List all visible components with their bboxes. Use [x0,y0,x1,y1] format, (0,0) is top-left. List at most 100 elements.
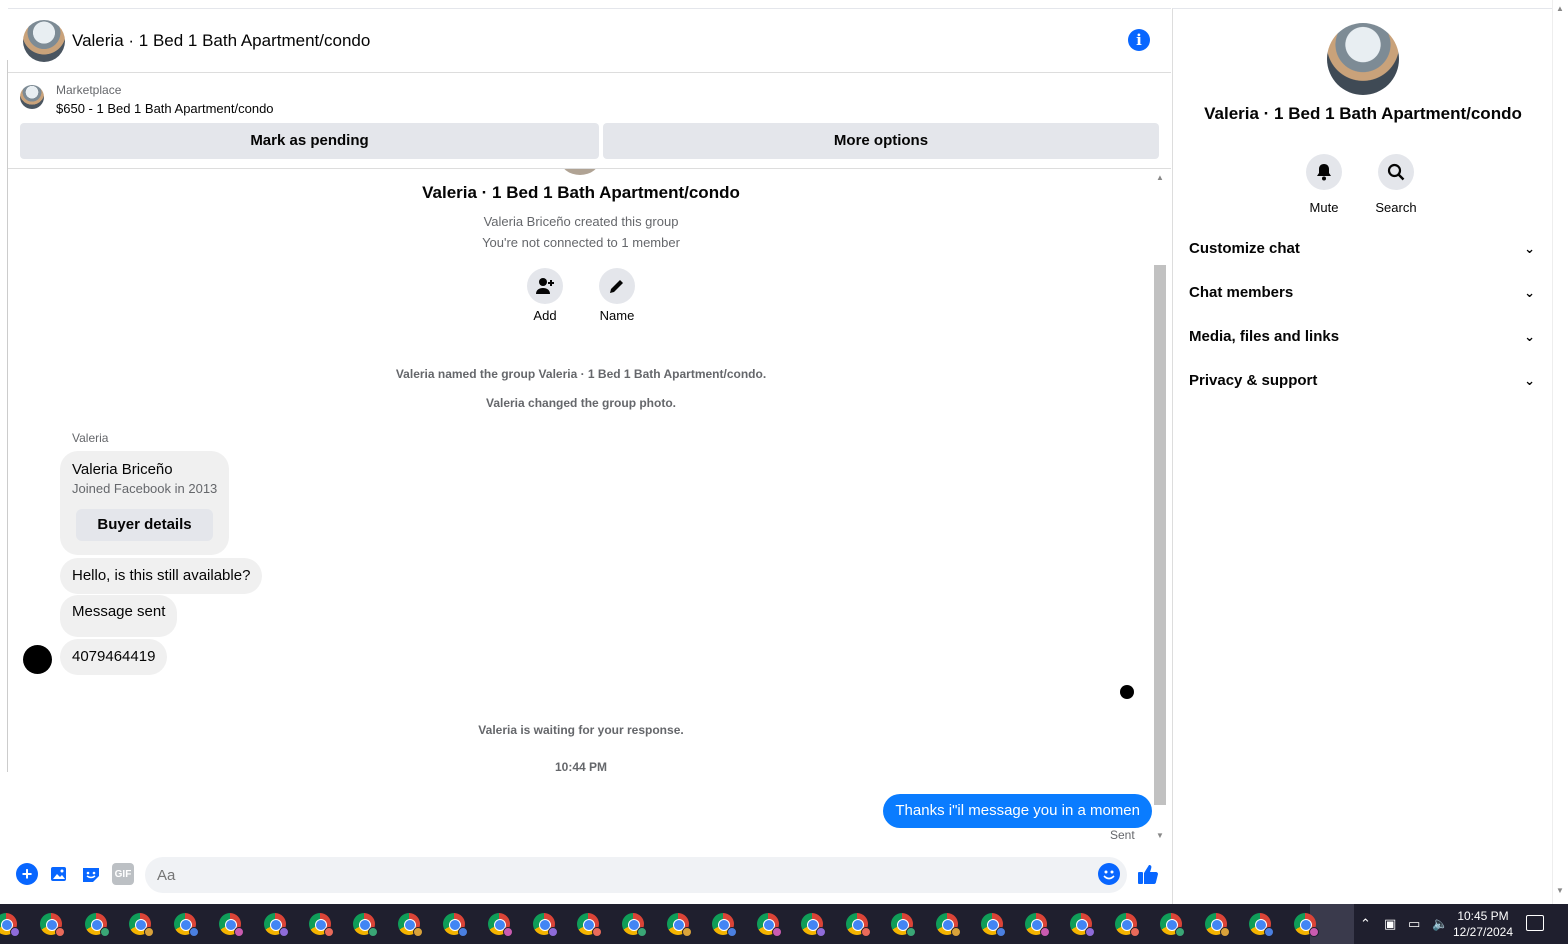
incoming-message[interactable]: Hello, is this still available? [60,558,263,594]
chrome-profile-icon[interactable] [398,913,424,937]
chrome-profile-icon[interactable] [1204,913,1230,937]
thumbs-up-icon[interactable] [1137,863,1159,885]
system-message: Valeria changed the group photo. [485,396,677,410]
chrome-profile-icon[interactable] [487,913,513,937]
details-title: Valeria · 1 Bed 1 Bath Apartment/condo [1204,104,1522,123]
volume-icon[interactable]: 🔈 [1432,916,1448,932]
chrome-profile-icon[interactable] [756,913,782,937]
listing-thumbnail[interactable] [20,85,44,109]
listing-title[interactable]: $650 - 1 Bed 1 Bath Apartment/condo [56,101,274,116]
system-clock[interactable]: 10:45 PM 12/27/2024 [1452,908,1514,940]
name-group-button[interactable] [599,268,635,304]
profile-badge [502,927,513,937]
meet-icon[interactable]: ▣ [1384,916,1396,932]
chrome-profile-icon[interactable] [174,913,200,937]
chrome-profile-icon[interactable] [219,913,244,937]
section-label: Customize chat [1189,240,1300,257]
sender-name: Valeria [72,431,109,445]
chrome-profile-icon[interactable] [935,913,961,937]
profile-badge [995,927,1006,937]
emoji-icon[interactable] [1098,863,1120,885]
add-label: Add [533,308,557,323]
profile-badge [1174,927,1185,937]
section-chat-members[interactable]: Chat members ⌄ [1189,273,1539,313]
chat-header: Valeria · 1 Bed 1 Bath Apartment/condo i [8,9,1171,73]
section-media-files-links[interactable]: Media, files and links ⌄ [1189,317,1539,357]
chrome-profile-icon[interactable] [1294,913,1320,937]
photo-icon[interactable] [48,863,70,885]
profile-badge [726,927,737,937]
profile-badge [1219,927,1230,937]
chrome-profile-icon[interactable] [622,913,648,937]
profile-badge [816,927,827,937]
scroll-down-arrow[interactable]: ▼ [1156,831,1164,840]
incoming-message[interactable]: 4079464419 [60,639,168,675]
profile-badge [278,927,289,937]
search-icon [1378,154,1414,190]
message-composer: + GIF [8,845,1171,905]
sticker-icon[interactable] [80,863,102,885]
read-receipt-avatar [1120,685,1134,699]
chrome-profile-icon[interactable] [846,913,872,937]
chrome-profile-icon[interactable] [532,913,558,937]
message-scrollbar[interactable]: ▲ ▼ [1154,169,1171,845]
message-list[interactable]: Valeria · 1 Bed 1 Bath Apartment/condo V… [8,169,1171,845]
more-options-button[interactable]: More options [603,123,1159,159]
active-app-highlight [1310,904,1354,944]
chrome-profile-icon[interactable] [0,913,20,937]
chrome-profile-icon[interactable] [711,913,737,937]
chrome-profile-icon[interactable] [667,913,692,937]
chrome-profile-icon[interactable] [577,913,603,937]
chrome-profile-icon[interactable] [353,913,379,937]
info-icon[interactable]: i [1128,29,1150,51]
section-label: Media, files and links [1189,328,1340,345]
profile-badge [234,927,244,937]
search-button[interactable]: Search [1366,154,1426,215]
section-customize-chat[interactable]: Customize chat ⌄ [1189,229,1539,269]
chrome-profile-icon[interactable] [801,913,827,937]
section-privacy-support[interactable]: Privacy & support ⌄ [1189,361,1539,401]
scroll-up-arrow[interactable]: ▲ [1156,173,1164,182]
windows-taskbar: ⌃ ▣ ▭ 🔈 10:45 PM 12/27/2024 [0,904,1568,944]
chrome-profile-icon[interactable] [129,913,155,937]
gif-icon[interactable]: GIF [112,863,134,885]
chrome-profile-icon[interactable] [443,913,468,937]
mark-as-pending-button[interactable]: Mark as pending [20,123,599,159]
chrome-profile-icon[interactable] [308,913,334,937]
scroll-up-arrow[interactable]: ▲ [1556,4,1564,13]
profile-badge [1264,927,1275,937]
chrome-profile-icon[interactable] [84,913,110,937]
details-avatar[interactable] [1327,23,1399,95]
profile-badge [547,927,558,937]
group-avatar[interactable] [23,20,65,62]
marketplace-label: Marketplace [56,83,122,97]
chat-title[interactable]: Valeria · 1 Bed 1 Bath Apartment/condo [72,31,370,51]
chrome-profile-icon[interactable] [39,913,65,937]
chrome-profile-icon[interactable] [263,913,289,937]
chrome-profile-icon[interactable] [1025,913,1051,937]
incoming-message[interactable]: Message sent [60,595,178,637]
scrollbar-thumb[interactable] [1154,265,1166,805]
page-scrollbar[interactable]: ▲ ▼ [1552,0,1568,904]
sender-avatar[interactable] [23,645,52,674]
message-input[interactable] [145,857,1127,893]
plus-icon[interactable]: + [16,863,38,885]
chrome-profile-icon[interactable] [1070,913,1096,937]
network-icon[interactable]: ▭ [1408,916,1420,932]
chrome-profile-icon[interactable] [1159,913,1185,937]
outgoing-message[interactable]: Thanks i"il message you in a momen [883,794,1152,828]
chrome-profile-icon[interactable] [980,913,1006,937]
chrome-profile-icon[interactable] [1115,913,1140,937]
chrome-profile-icon[interactable] [891,913,916,937]
message-timestamp: 10:44 PM [554,760,608,774]
scroll-down-arrow[interactable]: ▼ [1556,886,1564,895]
chrome-profile-icon[interactable] [1249,913,1275,937]
add-member-button[interactable] [527,268,563,304]
section-label: Chat members [1189,284,1294,301]
show-hidden-icons[interactable]: ⌃ [1360,916,1371,932]
notification-icon[interactable] [1526,915,1544,931]
mute-button[interactable]: Mute [1294,154,1354,215]
marketplace-listing-bar: Marketplace $650 - 1 Bed 1 Bath Apartmen… [8,73,1171,169]
buyer-details-button[interactable]: Buyer details [76,509,213,541]
group-created-text: Valeria Briceño created this group [483,214,679,229]
